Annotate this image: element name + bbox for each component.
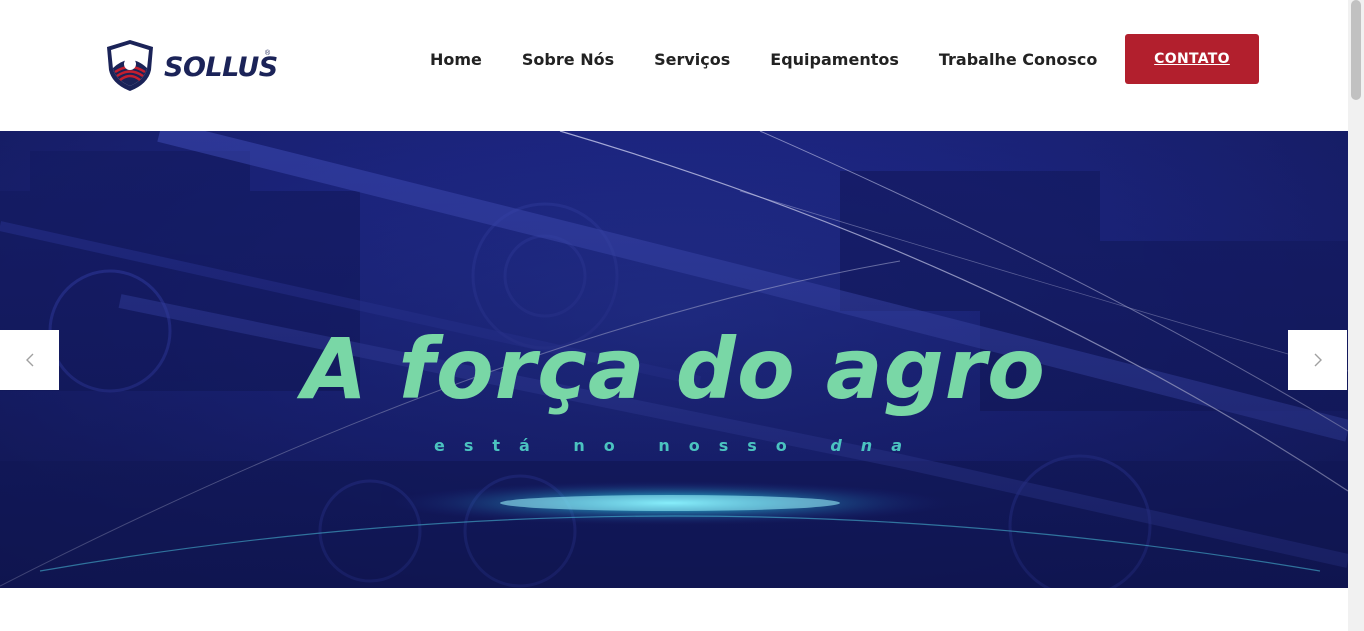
main-nav: Home Sobre Nós Serviços Equipamentos Tra… xyxy=(410,50,1117,69)
contato-button-label: CONTATO xyxy=(1154,51,1230,67)
nav-item-trabalhe-conosco[interactable]: Trabalhe Conosco xyxy=(939,50,1098,69)
brand-name: SOLLUS xyxy=(164,51,278,83)
nav-item-equipamentos[interactable]: Equipamentos xyxy=(770,50,899,69)
hero-subtitle-text: está no nosso xyxy=(434,436,806,455)
brand-logo[interactable]: SOLLUS ® xyxy=(103,38,278,92)
nav-item-servicos[interactable]: Serviços xyxy=(654,50,730,69)
content-section xyxy=(0,588,1348,631)
hero-title: A força do agro xyxy=(302,320,1046,418)
hero-subtitle: está no nosso dna xyxy=(434,436,921,455)
chevron-left-icon xyxy=(25,353,33,367)
hero-slider: A força do agro está no nosso dna xyxy=(0,131,1348,588)
chevron-right-icon xyxy=(1314,353,1322,367)
slider-next-button[interactable] xyxy=(1288,330,1347,390)
slider-prev-button[interactable] xyxy=(0,330,59,390)
page-scrollbar[interactable] xyxy=(1348,0,1364,631)
hero-subtitle-emphasis: dna xyxy=(830,436,921,455)
shield-logo-icon xyxy=(107,40,153,91)
nav-item-sobre-nos[interactable]: Sobre Nós xyxy=(522,50,614,69)
site-header: SOLLUS ® Home Sobre Nós Serviços Equipam… xyxy=(0,0,1348,131)
scrollbar-thumb[interactable] xyxy=(1351,0,1361,100)
contato-button[interactable]: CONTATO xyxy=(1125,34,1259,84)
nav-item-home[interactable]: Home xyxy=(430,50,482,69)
registered-mark: ® xyxy=(265,50,271,57)
